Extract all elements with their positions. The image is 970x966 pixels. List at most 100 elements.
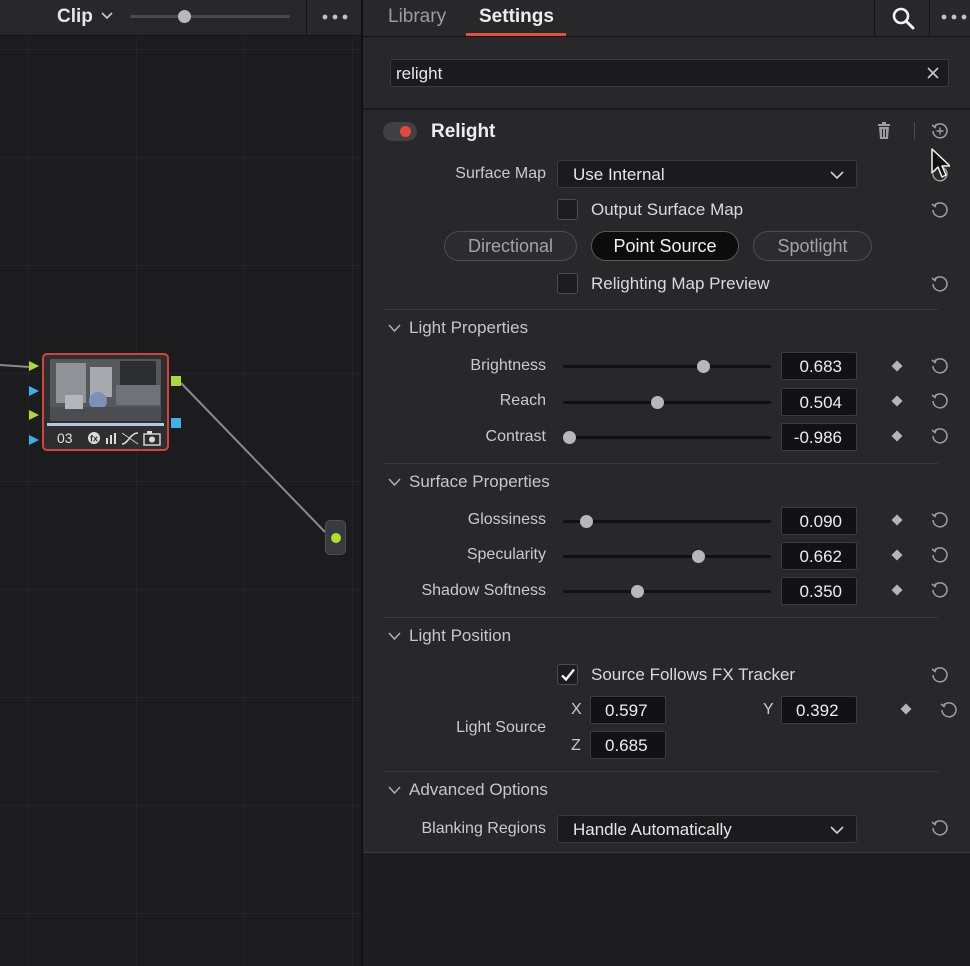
chevron-down-icon[interactable] [388,785,401,795]
tab-settings[interactable]: Settings [479,6,554,28]
glossiness-slider-track[interactable] [563,520,771,523]
relighting-map-preview-checkbox[interactable] [557,273,578,294]
brightness-slider-handle[interactable] [696,360,710,373]
tab-library[interactable]: Library [388,6,446,28]
output-surface-map-label: Output Surface Map [591,200,744,219]
brightness-slider-track[interactable] [563,365,771,368]
reset-icon[interactable] [930,356,950,376]
reset-icon[interactable] [930,580,950,600]
shadow-softness-value-field[interactable]: 0.350 [781,577,857,605]
node-output-port-alpha[interactable] [171,418,181,428]
more-options-icon[interactable] [939,8,969,26]
light-type-directional-button[interactable]: Directional [444,231,577,261]
keyframe-diamond-icon[interactable] [891,584,903,596]
effect-title: Relight [431,121,496,142]
zoom-slider-handle[interactable] [178,10,191,23]
reset-icon[interactable] [930,818,950,838]
reset-icon[interactable] [930,391,950,411]
reach-slider-track[interactable] [563,401,771,404]
surface-map-dropdown[interactable]: Use Internal [557,160,857,188]
clip-mode-label[interactable]: Clip [57,6,93,28]
node-output-port-rgb[interactable] [171,376,181,386]
trash-icon[interactable] [877,122,891,140]
chevron-down-icon[interactable] [100,9,114,23]
close-icon[interactable] [926,66,940,80]
svg-text:fx: fx [90,434,98,444]
node-input-port-rgb-2[interactable] [28,409,40,421]
light-source-z-field[interactable]: 0.685 [590,731,666,759]
light-source-y-value: 0.392 [796,701,839,720]
section-light-position-header[interactable]: Light Position [409,626,511,646]
divider [363,108,970,110]
reach-slider-handle[interactable] [650,396,664,409]
surface-map-value: Use Internal [573,165,665,184]
reset-icon[interactable] [930,665,950,685]
search-input[interactable]: relight [390,59,949,87]
contrast-slider-handle[interactable] [563,431,577,444]
chevron-down-icon[interactable] [388,477,401,487]
blanking-regions-dropdown[interactable]: Handle Automatically [557,815,857,843]
source-follows-fx-tracker-checkbox[interactable] [557,664,578,685]
chevron-down-icon[interactable] [388,323,401,333]
section-divider [383,309,938,310]
inspector-panel: Library Settings relight Relight Surface… [363,0,970,966]
keyframe-diamond-icon[interactable] [891,395,903,407]
brightness-value: 0.683 [799,357,842,376]
light-source-x-value: 0.597 [605,701,648,720]
brightness-value-field[interactable]: 0.683 [781,352,857,380]
blanking-regions-value: Handle Automatically [573,820,732,839]
glossiness-value-field[interactable]: 0.090 [781,507,857,535]
more-options-icon[interactable] [320,8,350,26]
keyframe-diamond-icon[interactable] [891,549,903,561]
light-source-z-value: 0.685 [605,736,648,755]
reset-effect-icon[interactable] [930,121,950,141]
light-type-spotlight-button[interactable]: Spotlight [753,231,872,261]
reset-icon[interactable] [930,510,950,530]
node-input-port-rgb[interactable] [28,360,40,372]
mouse-cursor-icon [931,148,950,178]
corrector-node[interactable]: 03 fx [42,353,169,451]
section-advanced-options-header[interactable]: Advanced Options [409,780,548,800]
reach-value-field[interactable]: 0.504 [781,388,857,416]
shadow-softness-slider-handle[interactable] [630,585,644,598]
keyframe-diamond-icon[interactable] [891,430,903,442]
reset-icon[interactable] [930,426,950,446]
node-progress-bar [47,423,164,426]
light-source-y-field[interactable]: 0.392 [781,696,857,724]
light-source-x-field[interactable]: 0.597 [590,696,666,724]
chevron-down-icon[interactable] [388,631,401,641]
node-thumbnail [50,359,161,421]
output-port[interactable] [331,533,341,543]
specularity-slider-handle[interactable] [692,550,706,563]
node-editor-panel: Clip 03 fx [0,0,361,966]
reset-icon[interactable] [939,700,959,720]
inspector-empty-area [363,853,970,966]
specularity-value-field[interactable]: 0.662 [781,542,857,570]
node-input-port-alpha[interactable] [28,385,40,397]
specularity-slider-track[interactable] [563,555,771,558]
search-input-value[interactable]: relight [396,64,442,84]
output-surface-map-checkbox[interactable] [557,199,578,220]
toggle-indicator [400,126,411,137]
zoom-slider-track[interactable] [130,15,290,18]
light-type-point-source-button[interactable]: Point Source [591,231,739,261]
keyframe-diamond-icon[interactable] [900,703,912,715]
section-divider [383,463,938,464]
node-input-port-alpha-2[interactable] [28,434,40,446]
reset-icon[interactable] [930,200,950,220]
section-light-properties-header[interactable]: Light Properties [409,318,528,338]
search-icon[interactable] [891,6,915,30]
shadow-softness-slider-track[interactable] [563,590,771,593]
reset-icon[interactable] [930,545,950,565]
keyframe-diamond-icon[interactable] [891,360,903,372]
contrast-value-field[interactable]: -0.986 [781,423,857,451]
output-node[interactable] [325,520,346,555]
effect-enable-toggle[interactable] [383,122,417,141]
header-divider [306,0,307,36]
keyframe-diamond-icon[interactable] [891,514,903,526]
reset-icon[interactable] [930,274,950,294]
contrast-slider-track[interactable] [563,436,771,439]
glossiness-slider-handle[interactable] [579,515,593,528]
section-surface-properties-header[interactable]: Surface Properties [409,472,550,492]
specularity-value: 0.662 [799,547,842,566]
